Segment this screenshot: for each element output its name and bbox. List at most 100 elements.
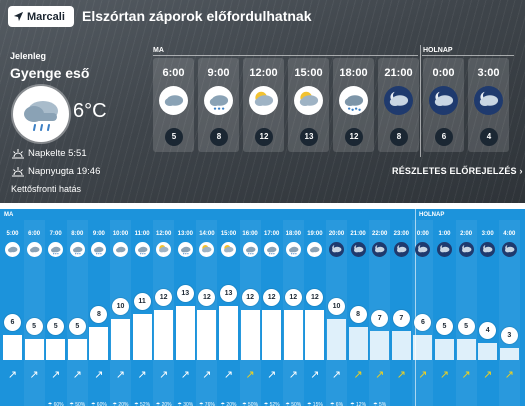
night-partly-cloudy-icon	[393, 242, 409, 257]
current-weather-panel: Marcali Elszórtan záporok előfordulhatna…	[0, 0, 525, 203]
forecast-column-1500[interactable]: 15:00 13	[288, 58, 329, 152]
hourly-column-1200[interactable]: 12:00 12 ↗ ☂ 20%	[153, 220, 175, 406]
wind-arrow-icon: ↗	[504, 369, 514, 381]
forecast-value-badge: 4	[480, 128, 498, 146]
forecast-time: 15:00	[294, 67, 323, 79]
hourly-column-1500[interactable]: 15:00 13 ↗ ☂ 20%	[218, 220, 239, 406]
temperature-value: 4	[479, 322, 497, 339]
light-rain-icon	[177, 242, 193, 257]
hourly-column-700[interactable]: 7:00 5 ↗ ☂ 60%	[45, 220, 66, 406]
wind-arrow-icon: ↗	[29, 369, 39, 381]
night-partly-cloudy-icon	[458, 242, 474, 257]
hourly-column-100[interactable]: 1:00 5 ↗	[434, 220, 455, 406]
temperature-bar	[24, 339, 44, 360]
hourly-column-2300[interactable]: 23:00 7 ↗	[391, 220, 412, 406]
temperature-value: 6	[414, 314, 432, 331]
temperature-bar	[197, 310, 217, 360]
hourly-column-1400[interactable]: 14:00 12 ↗ ☂ 76%	[196, 220, 218, 406]
hourly-time: 7:00	[49, 231, 62, 237]
temperature-bar	[413, 335, 433, 360]
temperature-bar	[478, 343, 498, 360]
hourly-column-2000[interactable]: 20:00 10 ↗ ☂ 6%	[326, 220, 347, 406]
hourly-time: 19:00	[307, 231, 323, 237]
hourly-column-1900[interactable]: 19:00 12 ↗ ☂ 15%	[304, 220, 325, 406]
hourly-column-500[interactable]: 5:00 6 ↗	[2, 220, 23, 406]
temperature-bar	[348, 327, 368, 360]
overcast-icon	[307, 242, 323, 257]
hourly-time: 16:00	[242, 231, 258, 237]
temperature-value: 12	[306, 289, 324, 306]
forecast-column-300[interactable]: 3:00 4	[468, 58, 509, 152]
forecast-column-2100[interactable]: 21:00 8	[378, 58, 419, 152]
hourly-column-300[interactable]: 3:00 4 ↗	[477, 220, 498, 406]
light-rain-icon	[242, 242, 258, 257]
hourly-column-900[interactable]: 9:00 8 ↗ ☂ 60%	[88, 220, 109, 406]
hourly-tomorrow-label: HOLNAP	[419, 212, 445, 218]
night-partly-cloudy-icon	[384, 86, 413, 115]
detailed-forecast-link[interactable]: RÉSZLETES ELŐREJELZÉS ›	[392, 166, 523, 176]
temperature-bar	[370, 331, 390, 360]
partly-cloudy-icon	[294, 86, 323, 115]
night-partly-cloudy-icon	[437, 242, 452, 257]
forecast-time: 9:00	[207, 67, 230, 79]
temperature-bar	[456, 339, 476, 360]
hourly-column-600[interactable]: 6:00 5 ↗	[23, 220, 45, 406]
hourly-time: 14:00	[199, 231, 215, 237]
hourly-time: 9:00	[92, 231, 105, 237]
night-partly-cloudy-icon	[501, 242, 517, 257]
wind-arrow-icon: ↗	[310, 369, 320, 381]
hourly-time: 10:00	[112, 231, 129, 237]
temperature-value: 13	[176, 285, 194, 302]
temperature-value: 8	[349, 306, 367, 323]
temperature-value: 7	[371, 310, 389, 327]
hourly-column-1100[interactable]: 11:00 11 ↗ ☂ 52%	[132, 220, 153, 406]
temperature-bar	[111, 319, 130, 360]
forecast-column-1200[interactable]: 12:00 12	[243, 58, 284, 152]
hourly-column-1800[interactable]: 18:00 12 ↗ ☂ 50%	[282, 220, 304, 406]
hourly-column-1600[interactable]: 16:00 12 ↗ ☂ 50%	[239, 220, 261, 406]
hourly-forecast-panel: MA HOLNAP 5:00 6 ↗ 6:00 5 ↗ 7:00 5 ↗ ☂ 60% 8:00…	[0, 209, 525, 406]
light-rain-icon	[48, 242, 64, 257]
forecast-column-1800[interactable]: 18:00 12	[333, 58, 374, 152]
forecast-time: 3:00	[477, 67, 500, 79]
hourly-time: 3:00	[481, 231, 494, 237]
temperature-value: 6	[4, 314, 21, 331]
forecast-time: 12:00	[249, 67, 278, 79]
wind-arrow-icon: ↗	[353, 369, 363, 381]
hourly-time: 12:00	[156, 231, 172, 237]
hourly-column-1300[interactable]: 13:00 13 ↗ ☂ 30%	[175, 220, 196, 406]
light-rain-icon	[91, 242, 107, 257]
night-partly-cloudy-icon	[474, 86, 503, 115]
rain-cloud-icon	[339, 86, 368, 115]
hourly-time: 2:00	[460, 231, 473, 237]
hourly-time: 21:00	[350, 231, 366, 237]
weather-front-text: Kettősfronti hatás	[11, 184, 82, 194]
hourly-column-400[interactable]: 4:00 3 ↗	[498, 220, 520, 406]
wind-arrow-icon: ↗	[94, 369, 104, 381]
today-section-label: MA	[153, 47, 164, 54]
hourly-column-000[interactable]: 0:00 6 ↗	[412, 220, 434, 406]
hourly-column-1700[interactable]: 17:00 12 ↗ ☂ 52%	[261, 220, 282, 406]
light-rain-icon	[285, 242, 301, 257]
wind-arrow-icon: ↗	[288, 369, 298, 381]
hourly-column-800[interactable]: 8:00 5 ↗ ☂ 50%	[66, 220, 88, 406]
hourly-column-1000[interactable]: 10:00 10 ↗ ☂ 20%	[110, 220, 131, 406]
wind-arrow-icon: ↗	[115, 369, 126, 381]
temperature-bar	[435, 339, 454, 360]
forecast-column-000[interactable]: 0:00 6	[423, 58, 464, 152]
hourly-column-2100[interactable]: 21:00 8 ↗ ☂ 12%	[348, 220, 369, 406]
hourly-column-2200[interactable]: 22:00 7 ↗ ☂ 5%	[369, 220, 391, 406]
night-partly-cloudy-icon	[429, 86, 458, 115]
light-rain-icon	[264, 242, 280, 257]
temperature-value: 7	[392, 310, 410, 327]
overcast-icon	[5, 242, 20, 257]
forecast-column-600[interactable]: 6:00 5	[153, 58, 194, 152]
wind-arrow-icon: ↗	[483, 369, 493, 381]
location-button[interactable]: Marcali	[8, 6, 74, 27]
temperature-value: 13	[220, 285, 237, 302]
hourly-time: 11:00	[134, 231, 150, 237]
temperature-value: 12	[198, 289, 216, 306]
forecast-column-900[interactable]: 9:00 8	[198, 58, 239, 152]
hourly-time: 18:00	[285, 231, 301, 237]
hourly-column-200[interactable]: 2:00 5 ↗	[455, 220, 477, 406]
